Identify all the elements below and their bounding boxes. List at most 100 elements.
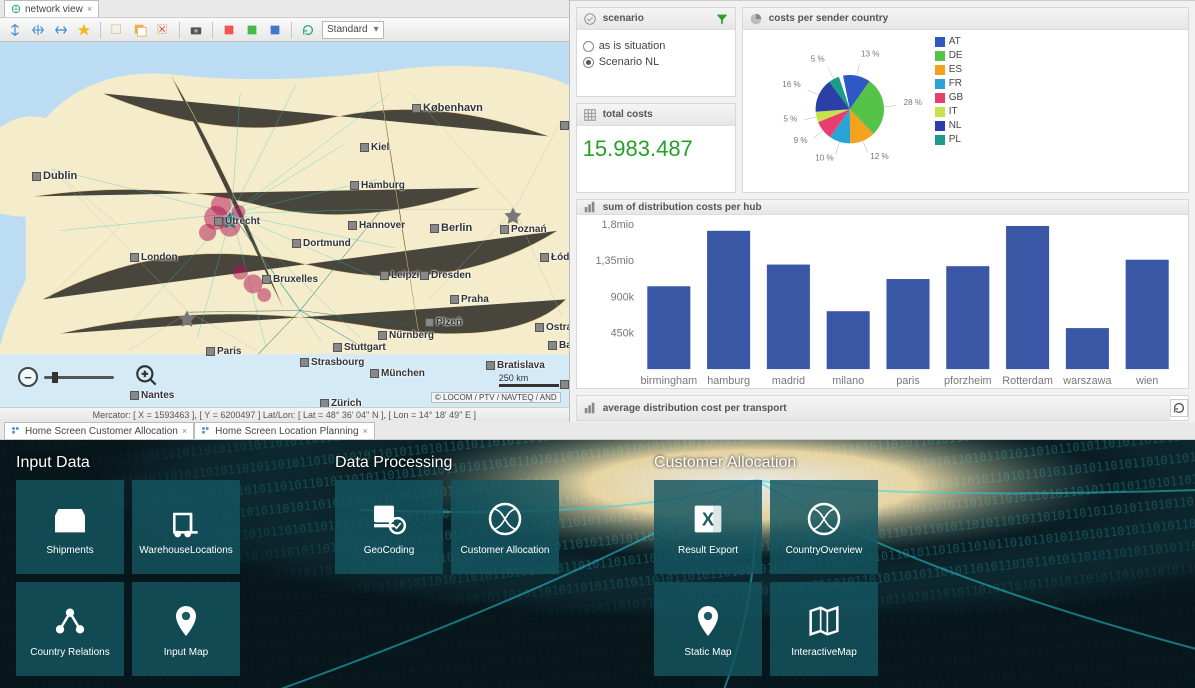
bar-icon: [583, 401, 597, 415]
grid-icon: [583, 108, 597, 122]
svg-text:pforzheim: pforzheim: [944, 375, 992, 387]
svg-text:1,35mio: 1,35mio: [595, 255, 634, 267]
svg-text:warszawa: warszawa: [1062, 375, 1112, 387]
city-lausanne: Lausanne: [270, 406, 328, 407]
card-title: costs per sender country: [769, 13, 888, 24]
card-title: total costs: [603, 109, 653, 120]
zoom-track[interactable]: [44, 376, 114, 379]
svg-text:10 %: 10 %: [815, 154, 833, 163]
svg-text:5 %: 5 %: [810, 54, 824, 63]
tile-country-overview[interactable]: CountryOverview: [770, 480, 878, 574]
city-strasbourg: Strasbourg: [300, 357, 364, 368]
tile-warehouse-locations[interactable]: WarehouseLocations: [132, 480, 240, 574]
tile-country-relations[interactable]: Country Relations: [16, 582, 124, 676]
card-bar: sum of distribution costs per hub 450k 90…: [576, 199, 1189, 389]
svg-text:milano: milano: [832, 375, 864, 387]
city-munchen: München: [370, 368, 425, 379]
grid-icon: [11, 426, 21, 436]
svg-text:Rotterdam: Rotterdam: [1002, 375, 1053, 387]
total-value: 15.983.487: [583, 136, 729, 162]
bottom-area: Home Screen Customer Allocation× Home Sc…: [0, 422, 1195, 688]
dashboard-pane: mizer× Area Map× CountryRelations× AsIsR…: [570, 0, 1195, 422]
svg-text:5 %: 5 %: [783, 115, 797, 124]
svg-text:900k: 900k: [610, 291, 634, 303]
refresh-dashboard-button[interactable]: [1170, 399, 1188, 417]
home-screen: 01101001 Input Data Shipments: [0, 440, 1195, 688]
close-icon[interactable]: ×: [363, 426, 368, 436]
map-toolbar: Standard ▾: [0, 18, 569, 42]
svg-text:paris: paris: [896, 375, 920, 387]
status-bar: Mercator: [ X = 1593463 ], [ Y = 6200497…: [0, 407, 569, 422]
svg-text:X: X: [702, 508, 715, 529]
tile-shipments[interactable]: Shipments: [16, 480, 124, 574]
radio-as-is[interactable]: as is situation: [583, 40, 729, 52]
svg-text:birmingham: birmingham: [640, 375, 697, 387]
chevron-down-icon: ▾: [374, 24, 379, 35]
section-input-data: Input Data Shipments WarehouseLocations …: [16, 454, 240, 676]
tab-label: network view: [25, 4, 83, 15]
tile-customer-allocation[interactable]: Customer Allocation: [451, 480, 559, 574]
star-button[interactable]: [75, 21, 93, 39]
zoom-out-button[interactable]: −: [18, 367, 38, 387]
camera-button[interactable]: [187, 21, 205, 39]
card-title: average distribution cost per transport: [603, 403, 787, 414]
pie-icon: [749, 12, 763, 26]
expand-v-button[interactable]: [6, 21, 24, 39]
style-combo[interactable]: Standard ▾: [322, 21, 384, 39]
map-canvas[interactable]: Dublin London Paris Bruxelles Utrecht Na…: [0, 42, 569, 407]
expand-h-button[interactable]: [52, 21, 70, 39]
svg-text:16 %: 16 %: [782, 80, 800, 89]
bottom-tab-bar: Home Screen Customer Allocation× Home Sc…: [0, 422, 1195, 440]
svg-text:12 %: 12 %: [870, 152, 888, 161]
tab-network-view[interactable]: network view ×: [4, 0, 99, 17]
card-title: sum of distribution costs per hub: [603, 202, 762, 213]
tile-input-map[interactable]: Input Map: [132, 582, 240, 676]
card-scenario: scenario as is situation Scenario NL: [576, 7, 736, 97]
card-totals: total costs 15.983.487: [576, 103, 736, 193]
close-icon[interactable]: ×: [182, 426, 187, 436]
layer-blue-button[interactable]: [266, 21, 284, 39]
svg-text:13 %: 13 %: [861, 49, 879, 58]
pie-legend: ATDEESFRGBITNLPL: [935, 36, 981, 186]
svg-text:9 %: 9 %: [793, 136, 807, 145]
zoom-slider[interactable]: −: [18, 367, 114, 387]
section-customer-allocation: Customer Allocation X Result Export Coun…: [654, 454, 878, 676]
scale-bar: 250 km: [499, 373, 559, 387]
invert-select-button[interactable]: [131, 21, 149, 39]
section-data-processing: Data Processing GeoCoding Customer Alloc…: [335, 454, 559, 676]
close-icon[interactable]: ×: [87, 4, 92, 14]
svg-text:450k: 450k: [610, 328, 634, 340]
city-budapest: Budapest: [560, 378, 569, 390]
svg-text:wien: wien: [1135, 375, 1158, 387]
tile-static-map[interactable]: Static Map: [654, 582, 762, 676]
radio-scenario-nl[interactable]: Scenario NL: [583, 56, 729, 68]
bar-icon: [583, 200, 597, 214]
tab-home-location-planning[interactable]: Home Screen Location Planning×: [194, 422, 375, 439]
card-pie: costs per sender country 13 %28 %12 %10 …: [742, 7, 1189, 193]
check-icon: [583, 12, 597, 26]
tile-interactive-map[interactable]: InteractiveMap: [770, 582, 878, 676]
tile-geocoding[interactable]: GeoCoding: [335, 480, 443, 574]
layer-green-button[interactable]: [243, 21, 261, 39]
city-bratislava: Bratislava: [486, 360, 545, 371]
tile-result-export[interactable]: X Result Export: [654, 480, 762, 574]
tab-home-customer-allocation[interactable]: Home Screen Customer Allocation×: [4, 422, 194, 439]
globe-icon: [11, 4, 21, 14]
layer-red-button[interactable]: [220, 21, 238, 39]
filter-icon[interactable]: [715, 12, 729, 26]
pie-chart: 13 %28 %12 %10 %9 %5 %16 %5 %: [749, 36, 929, 186]
expand-all-button[interactable]: [29, 21, 47, 39]
svg-text:hamburg: hamburg: [707, 375, 750, 387]
map-credit: © LOCOM / PTV / NAVTEQ / AND: [431, 392, 561, 403]
card-title: scenario: [603, 13, 644, 24]
bar-chart: 450k 900k 1,35mio 1,8mio birmingham hamburg m…: [581, 217, 1184, 401]
zoom-in-marker[interactable]: [134, 363, 160, 395]
clear-select-button[interactable]: [154, 21, 172, 39]
svg-text:madrid: madrid: [772, 375, 805, 387]
map-pane: network view × Standard ▾: [0, 0, 570, 422]
card-avg: average distribution cost per transport: [576, 395, 1189, 421]
select-button[interactable]: [108, 21, 126, 39]
grid-icon: [201, 426, 211, 436]
refresh-button[interactable]: [299, 21, 317, 39]
svg-text:1,8mio: 1,8mio: [601, 219, 634, 231]
